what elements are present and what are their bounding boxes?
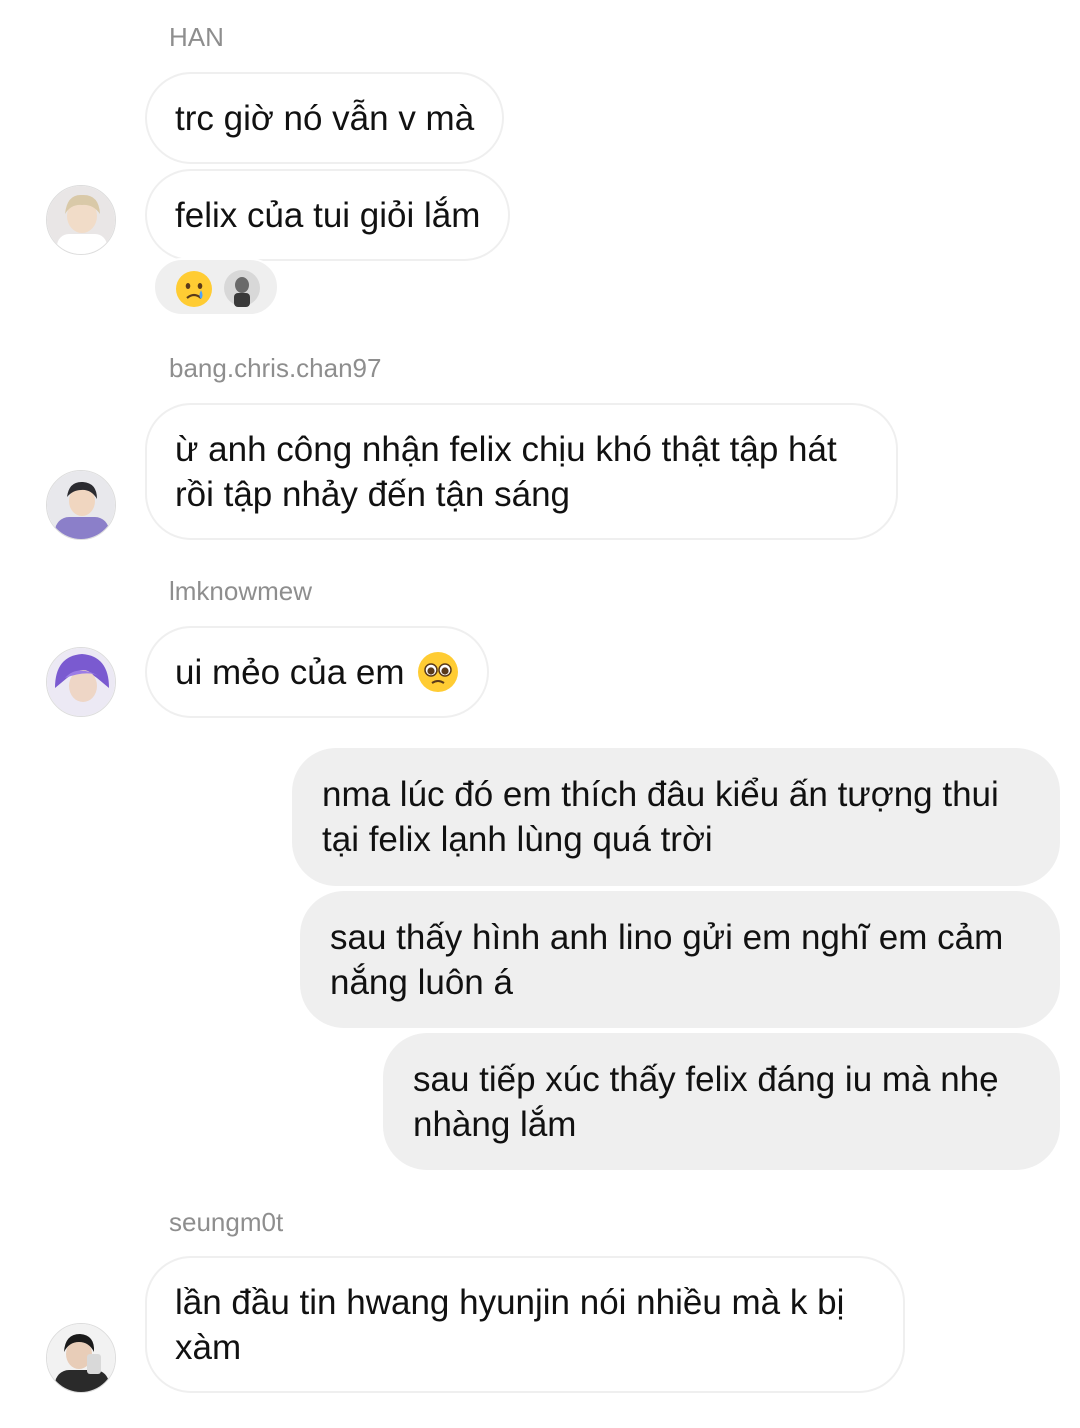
crying-face-icon [176, 271, 212, 307]
message-text: lần đầu tin hwang hyunjin nói nhiều mà k… [175, 1282, 845, 1367]
outgoing-message[interactable]: sau thấy hình anh lino gửi em nghĩ em cả… [300, 891, 1060, 1028]
message-text: sau tiếp xúc thấy felix đáng iu mà nhẹ n… [413, 1059, 999, 1144]
sender-name: seungm0t [169, 1207, 284, 1237]
message-reactions[interactable] [153, 258, 279, 316]
incoming-message[interactable]: ui mẻo của em [145, 626, 489, 718]
incoming-message[interactable]: lần đầu tin hwang hyunjin nói nhiều mà k… [145, 1256, 905, 1393]
message-text: sau thấy hình anh lino gửi em nghĩ em cả… [330, 917, 1004, 1002]
message-text: felix của tui giỏi lắm [175, 195, 481, 235]
message-text: ui mẻo của em [175, 652, 405, 692]
pleading-face-icon [417, 652, 458, 692]
sender-name: bang.chris.chan97 [169, 353, 382, 383]
outgoing-message[interactable]: nma lúc đó em thích đâu kiểu ấn tượng th… [292, 748, 1060, 886]
incoming-message[interactable]: trc giờ nó vẫn v mà [145, 72, 505, 164]
message-text: nma lúc đó em thích đâu kiểu ấn tượng th… [322, 775, 999, 859]
sender-name-han: HAN [169, 22, 224, 52]
avatar-han[interactable] [46, 185, 116, 255]
reactor-avatar[interactable] [223, 269, 261, 307]
message-text: trc giờ nó vẫn v mà [175, 98, 475, 138]
avatar-lmknowmew[interactable] [46, 647, 116, 717]
incoming-message[interactable]: felix của tui giỏi lắm [145, 169, 511, 261]
avatar-bang-chris-chan97[interactable] [46, 470, 116, 540]
avatar-seungm0t[interactable] [46, 1323, 116, 1393]
incoming-message[interactable]: ừ anh công nhận felix chịu khó thật tập … [145, 403, 898, 540]
message-text: ừ anh công nhận felix chịu khó thật tập … [175, 429, 837, 514]
outgoing-message[interactable]: sau tiếp xúc thấy felix đáng iu mà nhẹ n… [383, 1033, 1060, 1170]
sender-name: lmknowmew [169, 576, 313, 606]
